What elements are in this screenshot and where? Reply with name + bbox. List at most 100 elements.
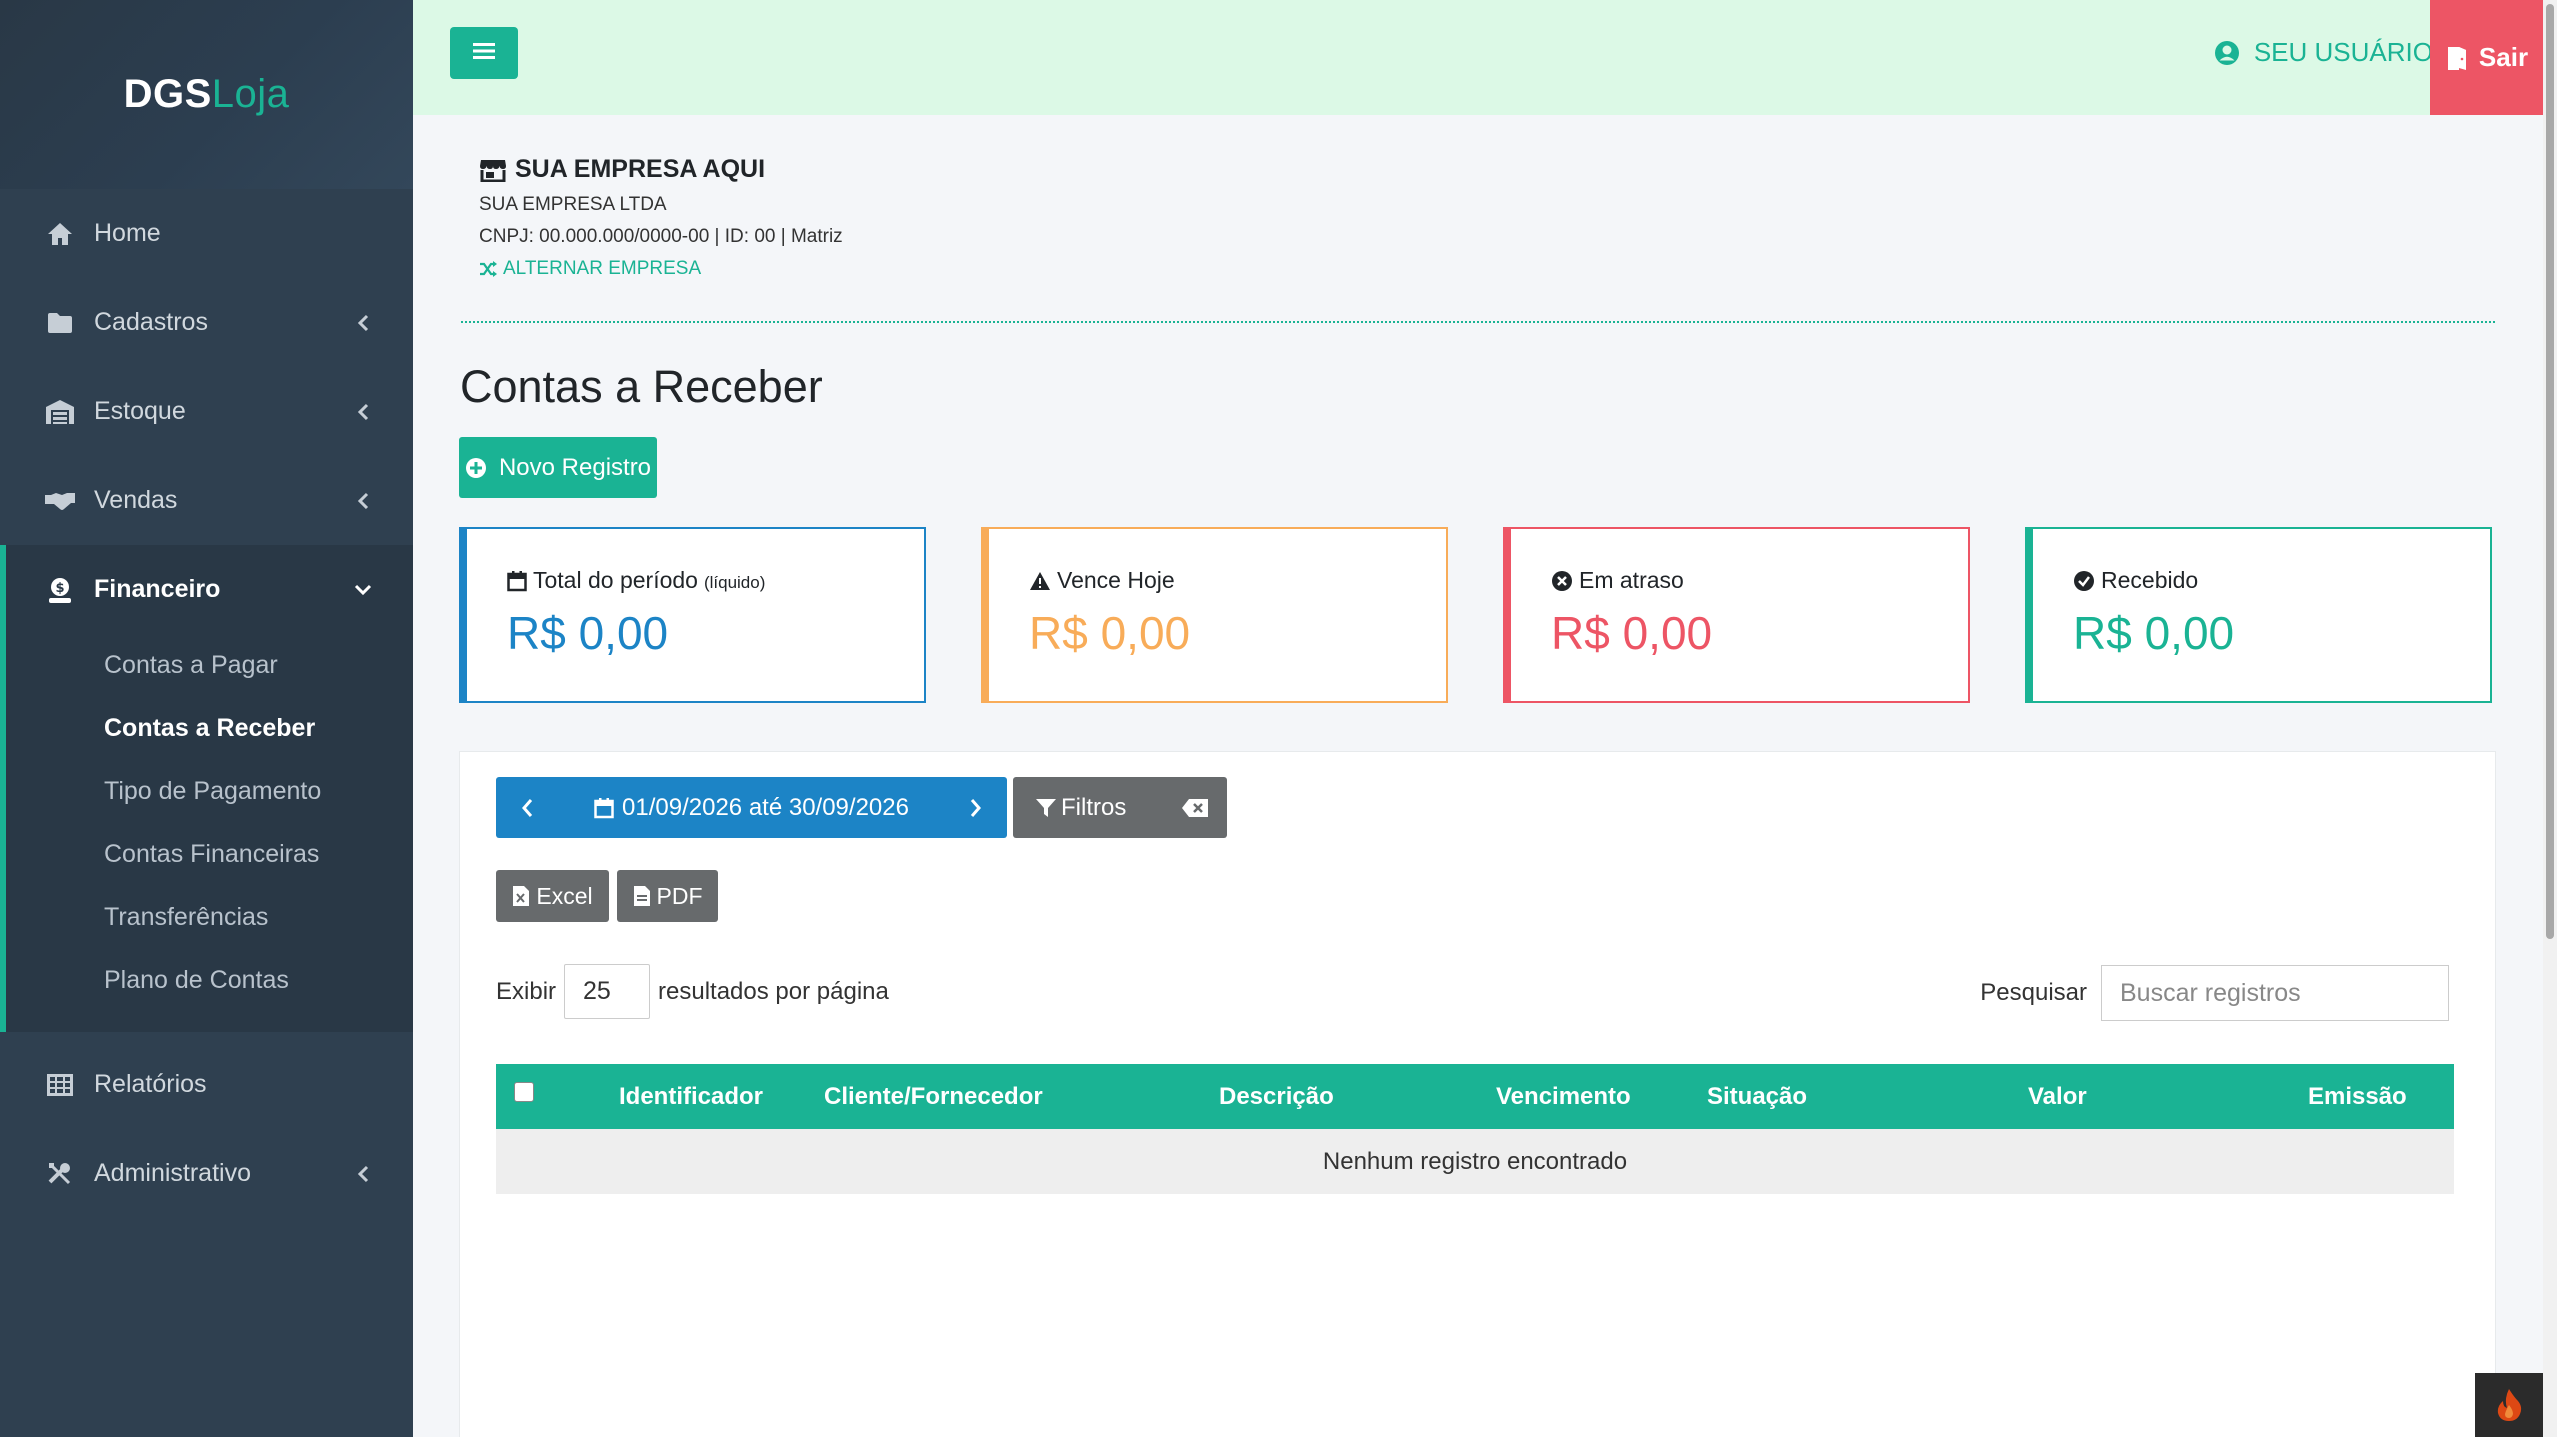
previous-period-button[interactable] xyxy=(496,777,558,838)
page-length-select[interactable]: 25 xyxy=(564,964,651,1019)
sidebar-item-label: Home xyxy=(94,219,161,247)
sidebar-subitem-contas-financeiras[interactable]: Contas Financeiras xyxy=(6,823,413,886)
switch-company-label: ALTERNAR EMPRESA xyxy=(503,258,702,279)
filter-icon xyxy=(1036,798,1056,817)
page-length-prefix: Exibir xyxy=(496,977,557,1005)
brand-logo[interactable]: DGS Loja xyxy=(0,0,413,189)
search-input[interactable] xyxy=(2101,965,2449,1021)
search-label: Pesquisar xyxy=(1980,979,2087,1006)
chevron-down-icon xyxy=(353,580,373,600)
debug-toolbar-button[interactable] xyxy=(2475,1373,2543,1437)
sidebar-item-financeiro[interactable]: $ Financeiro xyxy=(6,545,413,634)
sidebar-item-label: Cadastros xyxy=(94,308,208,336)
sidebar-item-label: Administrativo xyxy=(94,1159,251,1187)
page-scrollbar[interactable] xyxy=(2543,0,2557,1437)
column-header-descricao[interactable]: Descrição xyxy=(1219,1064,1334,1129)
folder-icon xyxy=(44,309,76,337)
chevron-left-icon xyxy=(353,313,373,333)
clear-filters-button[interactable] xyxy=(1163,798,1227,818)
financeiro-submenu: Contas a Pagar Contas a Receber Tipo de … xyxy=(6,634,413,1012)
column-header-valor[interactable]: Valor xyxy=(2028,1064,2087,1129)
records-table: Identificador Cliente/Fornecedor Descriç… xyxy=(496,1064,2454,1194)
card-em-atraso: Em atraso R$ 0,00 xyxy=(1503,527,1970,703)
card-title: Total do período (líquido) xyxy=(507,567,924,594)
logout-button[interactable]: Sair xyxy=(2430,0,2543,115)
period-selector: 01/09/2026 até 30/09/2026 xyxy=(496,777,1007,838)
card-title-text: Em atraso xyxy=(1579,567,1684,593)
export-pdf-button[interactable]: PDF xyxy=(617,870,718,922)
card-title-text: Recebido xyxy=(2101,567,2199,593)
sidebar-item-vendas[interactable]: Vendas xyxy=(0,456,413,545)
handshake-icon xyxy=(44,487,76,515)
next-period-button[interactable] xyxy=(945,777,1007,838)
section-divider xyxy=(461,321,2495,323)
file-pdf-icon xyxy=(633,886,650,906)
table-header: Identificador Cliente/Fornecedor Descriç… xyxy=(496,1064,2454,1129)
select-all-checkbox[interactable] xyxy=(514,1082,534,1102)
sidebar-item-estoque[interactable]: Estoque xyxy=(0,367,413,456)
chevron-left-icon xyxy=(353,1164,373,1184)
svg-text:$: $ xyxy=(55,581,64,596)
sidebar-group-financeiro: $ Financeiro Contas a Pagar Contas a Rec… xyxy=(0,545,413,1032)
export-excel-button[interactable]: Excel xyxy=(496,870,609,922)
money-icon: $ xyxy=(44,576,76,604)
card-title: Recebido xyxy=(2073,567,2490,594)
calendar-icon xyxy=(507,570,527,591)
sidebar-item-home[interactable]: Home xyxy=(0,189,413,278)
sidebar-item-relatorios[interactable]: Relatórios xyxy=(0,1040,413,1129)
top-bar: SEU USUÁRIO Sair xyxy=(413,0,2543,115)
page-length-suffix: resultados por página xyxy=(658,977,889,1005)
column-header-emissao[interactable]: Emissão xyxy=(2308,1064,2407,1129)
card-title-text: Total do período xyxy=(533,567,698,593)
home-icon xyxy=(44,220,76,248)
calendar-icon xyxy=(594,797,614,818)
sidebar-nav-bottom: Relatórios Administrativo xyxy=(0,1040,413,1218)
door-icon xyxy=(2447,46,2466,70)
switch-company-link[interactable]: ALTERNAR EMPRESA xyxy=(479,258,843,280)
sidebar-item-administrativo[interactable]: Administrativo xyxy=(0,1129,413,1218)
chevron-right-icon xyxy=(970,798,981,817)
card-total-periodo: Total do período (líquido) R$ 0,00 xyxy=(459,527,926,703)
user-name: SEU USUÁRIO xyxy=(2253,37,2433,67)
sidebar: DGS Loja Home Cadastros Estoque Vendas $… xyxy=(0,0,413,1437)
new-record-button[interactable]: Novo Registro xyxy=(459,437,657,498)
brand-part-2: Loja xyxy=(211,72,290,116)
user-circle-icon xyxy=(2214,40,2239,65)
sidebar-item-label: Estoque xyxy=(94,397,186,425)
menu-toggle-button[interactable] xyxy=(450,27,518,79)
card-title: Vence Hoje xyxy=(1029,567,1446,594)
card-title-note: (líquido) xyxy=(703,573,766,592)
scrollbar-thumb[interactable] xyxy=(2546,4,2554,939)
sidebar-item-label: Relatórios xyxy=(94,1070,207,1098)
records-panel: 01/09/2026 até 30/09/2026 Filtros Excel … xyxy=(459,751,2496,1437)
store-icon xyxy=(480,159,506,182)
company-name-text: SUA EMPRESA AQUI xyxy=(515,155,766,183)
column-header-cliente[interactable]: Cliente/Fornecedor xyxy=(824,1064,1043,1129)
date-range-label: 01/09/2026 até 30/09/2026 xyxy=(622,793,909,821)
sidebar-subitem-contas-receber[interactable]: Contas a Receber xyxy=(6,697,413,760)
sidebar-item-cadastros[interactable]: Cadastros xyxy=(0,278,413,367)
column-header-identificador[interactable]: Identificador xyxy=(619,1064,763,1129)
column-header-vencimento[interactable]: Vencimento xyxy=(1496,1064,1631,1129)
filters-button[interactable]: Filtros xyxy=(1013,794,1163,822)
date-range-button[interactable]: 01/09/2026 até 30/09/2026 xyxy=(558,794,945,822)
filters-group: Filtros xyxy=(1013,777,1227,838)
export-excel-label: Excel xyxy=(536,882,593,909)
sidebar-subitem-plano-contas[interactable]: Plano de Contas xyxy=(6,949,413,1012)
filters-label: Filtros xyxy=(1061,793,1127,821)
sidebar-subitem-contas-pagar[interactable]: Contas a Pagar xyxy=(6,634,413,697)
column-header-situacao[interactable]: Situação xyxy=(1707,1064,1807,1129)
sidebar-subitem-transferencias[interactable]: Transferências xyxy=(6,886,413,949)
new-record-label: Novo Registro xyxy=(498,453,652,481)
card-value: R$ 0,00 xyxy=(1029,607,1191,659)
sidebar-subitem-tipo-pagamento[interactable]: Tipo de Pagamento xyxy=(6,760,413,823)
warning-icon xyxy=(1030,571,1050,590)
user-menu[interactable]: SEU USUÁRIO xyxy=(2214,37,2433,68)
company-legal-name: SUA EMPRESA LTDA xyxy=(479,194,667,215)
check-circle-icon xyxy=(2074,570,2094,591)
backspace-icon xyxy=(1182,798,1208,817)
hamburger-icon xyxy=(473,42,495,65)
card-title: Em atraso xyxy=(1551,567,1968,594)
page-length-control: Exibir 25 resultados por página xyxy=(496,964,889,1019)
company-info: SUA EMPRESA AQUI SUA EMPRESA LTDA CNPJ: … xyxy=(479,155,843,280)
